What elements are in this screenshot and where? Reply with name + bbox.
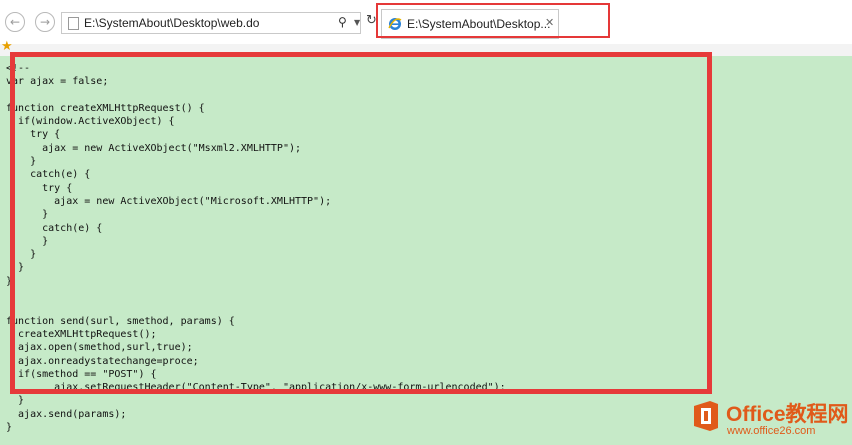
search-icon[interactable]: ⚲ [338, 15, 347, 29]
watermark-site: www.office26.com [727, 425, 816, 437]
code-line: } [6, 422, 13, 434]
address-bar[interactable]: E:\SystemAbout\Desktop\web.do ⚲ ▼ [61, 12, 361, 34]
watermark: Office教程网 www.office26.com [690, 398, 850, 438]
forward-button[interactable]: → [35, 12, 55, 32]
code-highlight-box [10, 52, 712, 394]
chevron-down-icon[interactable]: ▼ [354, 18, 360, 27]
address-text: E:\SystemAbout\Desktop\web.do [84, 16, 260, 30]
code-line: ajax.send(params); [6, 408, 127, 420]
page-icon [68, 17, 79, 30]
forward-arrow-icon: → [39, 15, 51, 29]
watermark-name: Office教程网 [726, 403, 849, 426]
code-line: } [6, 395, 25, 407]
back-button[interactable]: ← [5, 12, 25, 32]
back-arrow-icon: ← [9, 15, 21, 29]
browser-toolbar: ← → E:\SystemAbout\Desktop\web.do ⚲ ▼ ↻ … [0, 0, 852, 44]
tab-highlight-box [376, 3, 610, 38]
office-logo-icon [694, 401, 718, 431]
